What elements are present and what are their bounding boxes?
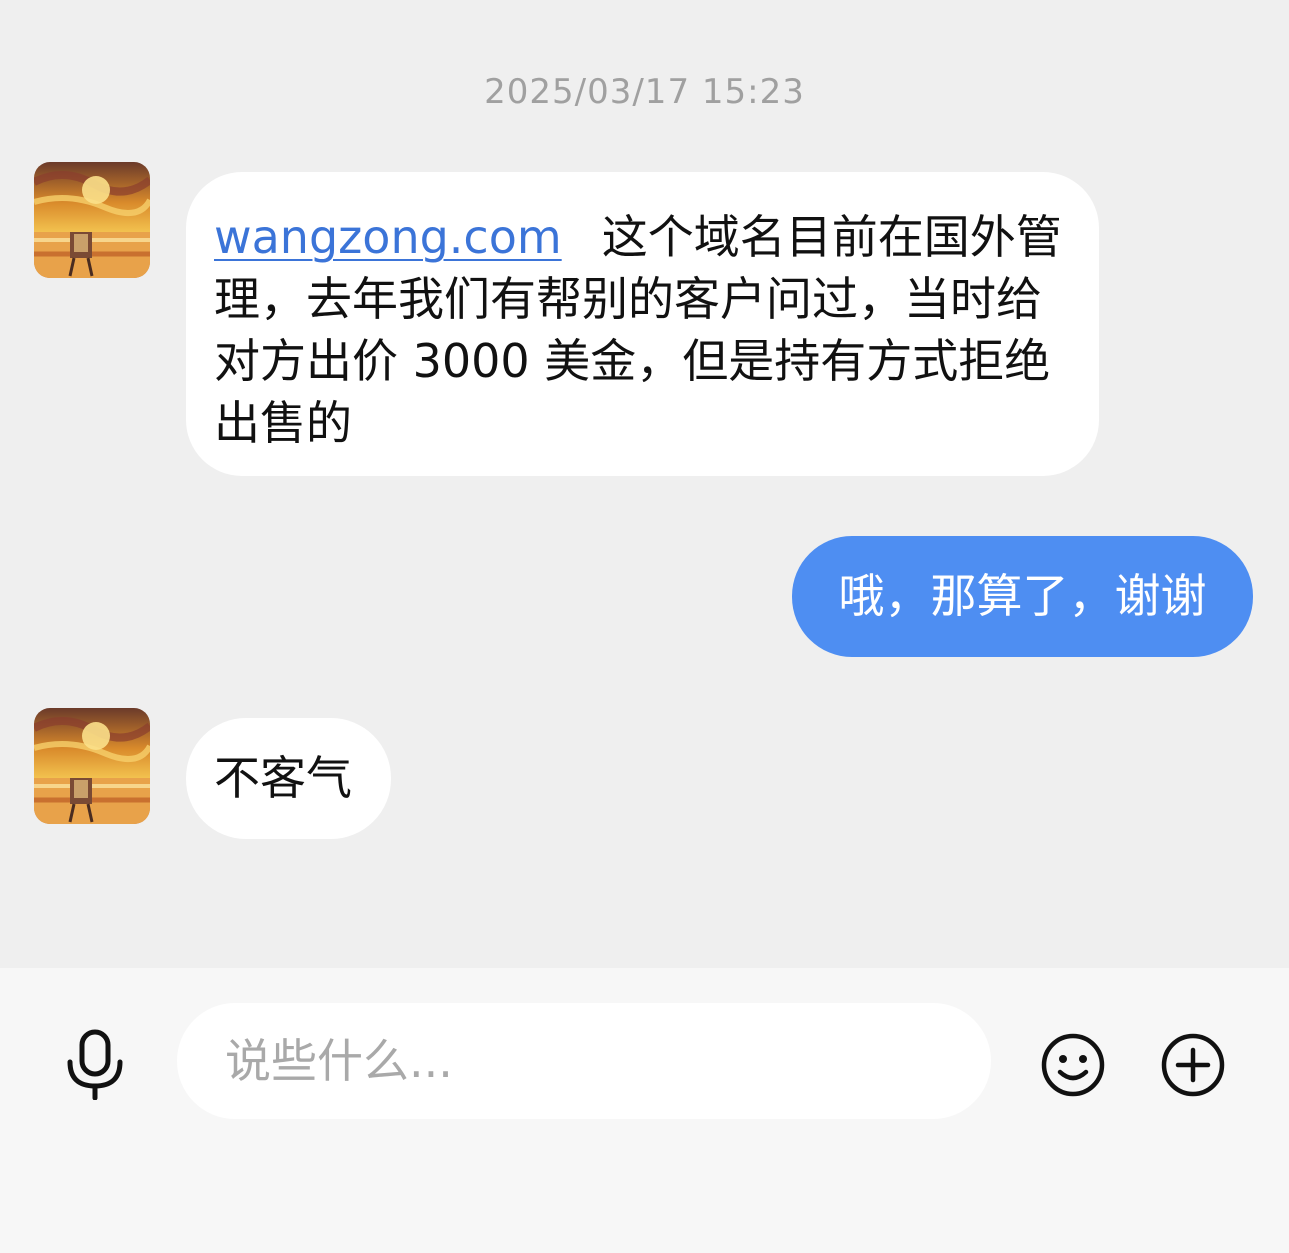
microphone-icon[interactable] [62, 1028, 128, 1101]
message-text: wangzong.com 这个域名目前在国外管理，去年我们有帮别的客户问过，当时给… [214, 206, 1071, 454]
emoji-icon[interactable] [1040, 1032, 1106, 1098]
plus-icon[interactable] [1160, 1032, 1226, 1098]
domain-link[interactable]: wangzong.com [214, 210, 562, 264]
message-bubble-received[interactable]: wangzong.com 这个域名目前在国外管理，去年我们有帮别的客户问过，当时给… [186, 172, 1099, 476]
message-timestamp: 2025/03/17 15:23 [484, 72, 805, 112]
contact-avatar[interactable] [34, 708, 150, 824]
avatar-image [34, 162, 150, 278]
message-input[interactable]: 说些什么... [177, 1003, 991, 1119]
contact-avatar[interactable] [34, 162, 150, 278]
message-bubble-received[interactable]: 不客气 [186, 718, 391, 839]
message-list[interactable]: 2025/03/17 15:23 wangzong.com 这个域名目前在国外管… [0, 0, 1289, 968]
chat-screen: 2025/03/17 15:23 wangzong.com 这个域名目前在国外管… [0, 0, 1289, 1253]
message-bubble-sent[interactable]: 哦，那算了，谢谢 [792, 536, 1253, 657]
avatar-image [34, 708, 150, 824]
